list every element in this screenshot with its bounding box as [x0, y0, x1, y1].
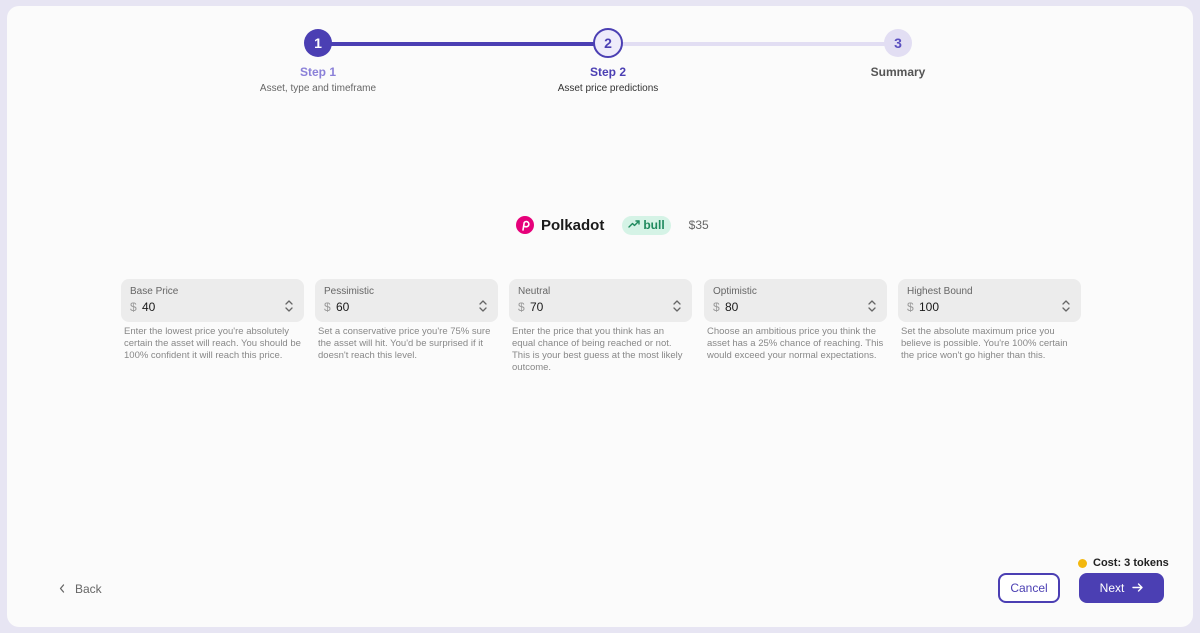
stepper-chevrons-icon[interactable] [672, 299, 682, 313]
step-2-indicator[interactable]: 2 [593, 28, 623, 58]
step-1-description: Asset, type and timeframe [259, 83, 377, 94]
step-2-title: Step 2 [589, 65, 626, 79]
highest-bound-field: Highest Bound $ 100 Set the absolute max… [898, 279, 1081, 362]
next-button[interactable]: Next [1079, 573, 1164, 603]
back-label: Back [75, 582, 102, 596]
step-1-indicator[interactable]: 1 [304, 29, 332, 57]
currency-symbol: $ [907, 300, 914, 314]
field-help-text: Enter the lowest price you're absolutely… [124, 326, 301, 361]
token-coin-icon [1078, 558, 1087, 568]
stepper-progress-remaining [609, 42, 899, 46]
stepper-chevrons-icon[interactable] [1061, 299, 1071, 313]
currency-symbol: $ [713, 300, 720, 314]
currency-symbol: $ [130, 300, 137, 314]
asset-name: Polkadot [541, 216, 605, 234]
field-value[interactable]: 80 [725, 300, 738, 314]
stepper-chevrons-icon[interactable] [284, 299, 294, 313]
trend-badge: bull [622, 215, 671, 235]
cancel-button[interactable]: Cancel [998, 573, 1060, 603]
neutral-input[interactable]: Neutral $ 70 [509, 279, 692, 322]
trending-up-icon [628, 218, 641, 232]
field-value[interactable]: 60 [336, 300, 349, 314]
field-help-text: Enter the price that you think has an eq… [512, 326, 683, 373]
optimistic-field: Optimistic $ 80 Choose an ambitious pric… [704, 279, 887, 362]
back-button[interactable]: Back [59, 582, 102, 596]
field-value[interactable]: 100 [919, 300, 939, 314]
stepper-chevrons-icon[interactable] [478, 299, 488, 313]
currency-symbol: $ [324, 300, 331, 314]
pessimistic-field: Pessimistic $ 60 Set a conservative pric… [315, 279, 498, 362]
field-label: Highest Bound [907, 286, 973, 297]
base-price-field: Base Price $ 40 Enter the lowest price y… [121, 279, 304, 362]
polkadot-icon [516, 216, 534, 234]
field-label: Pessimistic [324, 286, 375, 297]
step-2-description: Asset price predictions [557, 83, 659, 94]
field-label: Optimistic [713, 286, 757, 297]
stepper-chevrons-icon[interactable] [867, 299, 877, 313]
field-value[interactable]: 70 [530, 300, 543, 314]
field-help-text: Set the absolute maximum price you belie… [901, 326, 1068, 361]
asset-current-price: $35 [688, 218, 709, 232]
step-1-title: Step 1 [299, 65, 336, 79]
field-label: Base Price [130, 286, 179, 297]
stepper-progress-complete [319, 42, 609, 46]
pessimistic-input[interactable]: Pessimistic $ 60 [315, 279, 498, 322]
field-help-text: Set a conservative price you're 75% sure… [318, 326, 491, 361]
step-3-indicator[interactable]: 3 [884, 29, 912, 57]
chevron-left-icon [59, 582, 65, 596]
neutral-field: Neutral $ 70 Enter the price that you th… [509, 279, 692, 374]
asset-header: Polkadot bull $35 [516, 215, 709, 235]
next-label: Next [1099, 581, 1125, 595]
field-label: Neutral [518, 286, 551, 297]
trend-label: bull [643, 218, 665, 232]
base-price-input[interactable]: Base Price $ 40 [121, 279, 304, 322]
highest-bound-input[interactable]: Highest Bound $ 100 [898, 279, 1081, 322]
wizard-card: 1 2 3 Step 1 Step 2 Summary Asset, type … [7, 6, 1193, 627]
cost-indicator: Cost: 3 tokens [1078, 557, 1169, 569]
currency-symbol: $ [518, 300, 525, 314]
step-3-title: Summary [870, 65, 926, 79]
arrow-right-icon [1132, 581, 1144, 595]
cost-label: Cost: 3 tokens [1093, 557, 1169, 569]
field-value[interactable]: 40 [142, 300, 155, 314]
optimistic-input[interactable]: Optimistic $ 80 [704, 279, 887, 322]
field-help-text: Choose an ambitious price you think the … [707, 326, 884, 361]
